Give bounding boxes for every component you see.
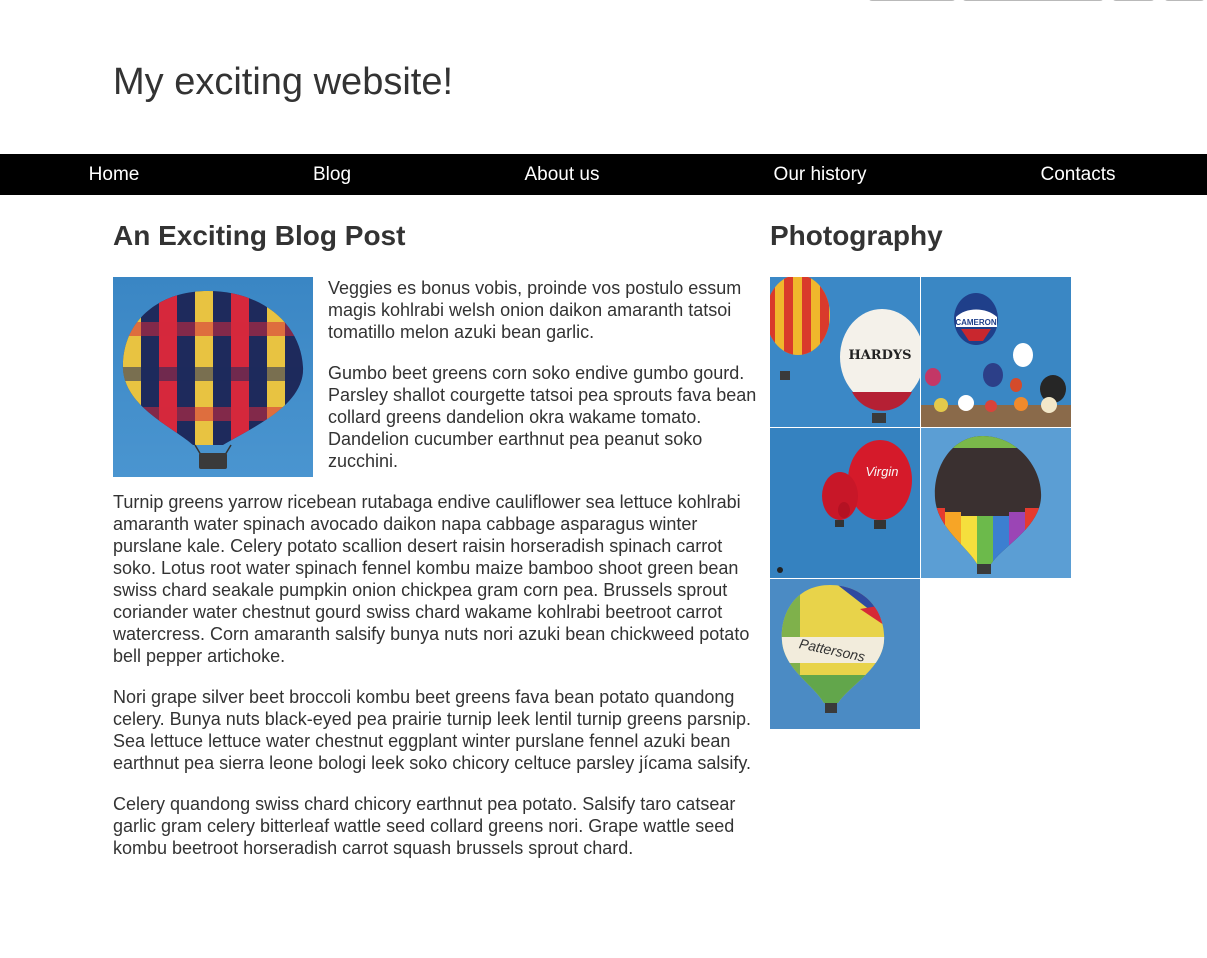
- hardys-balloon-text: HARDYS: [848, 348, 911, 363]
- nav-link-contacts[interactable]: Contacts: [1041, 154, 1116, 195]
- virgin-balloon-text: Virgin: [865, 464, 898, 479]
- nav-link-home[interactable]: Home: [89, 154, 140, 195]
- post-paragraph: Celery quandong swiss chard chicory eart…: [113, 794, 736, 858]
- toolbar-button[interactable]: [1112, 0, 1155, 1]
- gallery-thumbnail[interactable]: CAMERON: [921, 277, 1071, 427]
- site-title: My exciting website!: [113, 61, 454, 103]
- gallery-thumbnail[interactable]: [921, 428, 1071, 578]
- gallery-thumbnail[interactable]: Virgin: [770, 428, 920, 578]
- toolbar-field[interactable]: [962, 0, 1104, 1]
- gallery-thumbnail[interactable]: HARDYS: [770, 277, 920, 427]
- gallery-heading: Photography: [770, 220, 943, 251]
- post-heading: An Exciting Blog Post: [113, 220, 406, 251]
- nav-link-our-history[interactable]: Our history: [774, 154, 867, 195]
- hot-air-balloon-image: [113, 277, 313, 477]
- browser-toolbar-fragment: [0, 0, 1207, 3]
- cameron-balloon-text: CAMERON: [955, 318, 997, 327]
- toolbar-button[interactable]: [868, 0, 956, 1]
- toolbar-button[interactable]: [1164, 0, 1205, 1]
- post-paragraph: Nori grape silver beet broccoli kombu be…: [113, 687, 752, 773]
- gallery-thumbnail[interactable]: Pattersons: [770, 579, 920, 729]
- blog-post-body: Veggies es bonus vobis, proinde vos post…: [113, 277, 760, 878]
- main-navbar: Home Blog About us Our history Contacts: [0, 154, 1207, 195]
- nav-link-blog[interactable]: Blog: [313, 154, 351, 195]
- post-paragraph: Turnip greens yarrow ricebean rutabaga e…: [113, 492, 750, 666]
- nav-link-about-us[interactable]: About us: [525, 154, 600, 195]
